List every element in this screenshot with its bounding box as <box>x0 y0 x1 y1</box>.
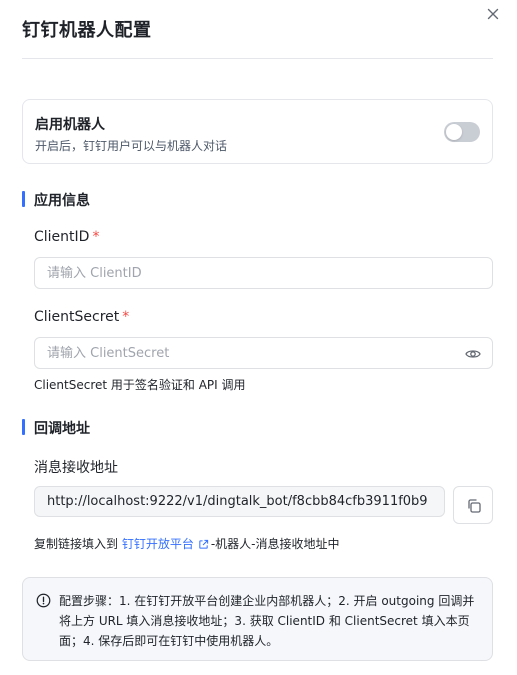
client-secret-label: ClientSecret * <box>34 309 129 325</box>
close-icon <box>487 8 499 20</box>
required-mark: * <box>122 309 130 325</box>
info-icon <box>36 593 51 608</box>
callback-url-value: http://localhost:9222/v1/dingtalk_bot/f8… <box>47 494 428 509</box>
copy-icon <box>468 499 481 513</box>
client-id-field[interactable] <box>34 257 493 289</box>
copy-hint-suffix: -机器人-消息接收地址中 <box>210 537 340 551</box>
external-link-icon <box>199 539 208 549</box>
robot-toggle-title: 启用机器人 <box>35 117 105 133</box>
setup-steps-notice: 配置步骤：1. 在钉钉开放平台创建企业内部机器人；2. 开启 outgoing … <box>22 577 493 661</box>
client-secret-input[interactable] <box>47 338 447 368</box>
client-secret-field[interactable] <box>34 337 493 369</box>
switch-knob <box>446 124 462 140</box>
dingtalk-platform-link-text: 钉钉开放平台 <box>121 537 194 551</box>
enable-robot-switch[interactable] <box>444 122 480 142</box>
title-divider <box>22 58 493 59</box>
setup-steps-text: 配置步骤：1. 在钉钉开放平台创建企业内部机器人；2. 开启 outgoing … <box>59 594 475 648</box>
copy-url-button[interactable] <box>453 486 493 524</box>
callback-url-label: 消息接收地址 <box>34 460 118 476</box>
section-marker <box>22 191 25 207</box>
section-title-app-info: 应用信息 <box>34 193 90 209</box>
required-mark: * <box>92 229 100 245</box>
copy-hint-prefix: 复制链接填入到 <box>34 537 122 551</box>
copy-hint: 复制链接填入到 钉钉开放平台 -机器人-消息接收地址中 <box>34 535 340 552</box>
dialog-title: 钉钉机器人配置 <box>22 20 152 41</box>
eye-icon[interactable] <box>465 346 481 360</box>
robot-toggle-card: 启用机器人 开启后，钉钉用户可以与机器人对话 <box>22 99 493 164</box>
robot-toggle-description: 开启后，钉钉用户可以与机器人对话 <box>35 139 228 153</box>
callback-url-field[interactable]: http://localhost:9222/v1/dingtalk_bot/f8… <box>34 486 445 517</box>
dingtalk-platform-link[interactable]: 钉钉开放平台 <box>122 537 211 551</box>
close-button[interactable] <box>485 6 501 22</box>
section-title-callback: 回调地址 <box>34 421 90 437</box>
client-id-input[interactable] <box>47 258 447 288</box>
client-secret-label-text: ClientSecret <box>34 309 120 325</box>
section-marker <box>22 419 25 435</box>
client-id-label-text: ClientID <box>34 229 90 245</box>
client-secret-helper: ClientSecret 用于签名验证和 API 调用 <box>34 378 246 392</box>
client-id-label: ClientID * <box>34 229 99 245</box>
